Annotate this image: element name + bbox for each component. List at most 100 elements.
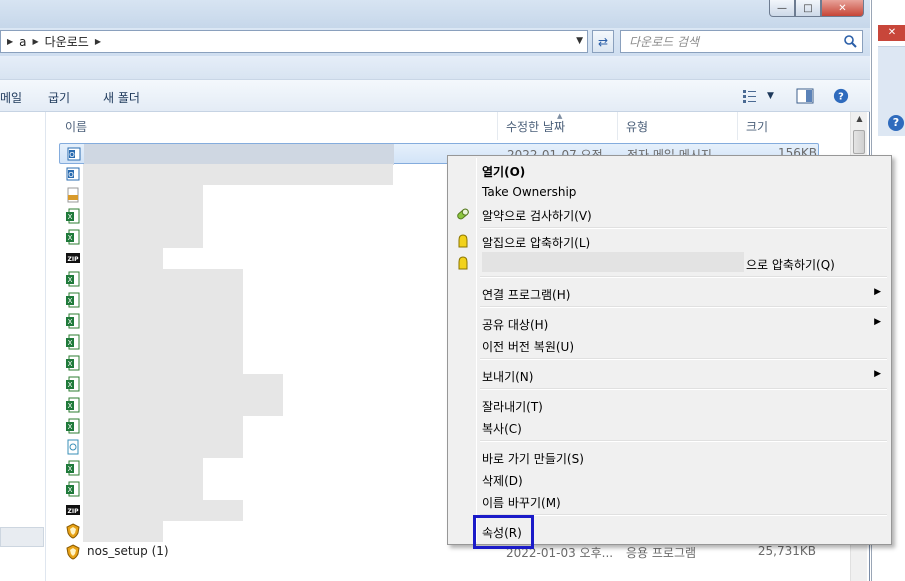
menu-separator: [480, 306, 887, 308]
view-dropdown-icon[interactable]: ▼: [767, 91, 774, 101]
svg-text:X: X: [68, 465, 73, 473]
menu-item-share-with[interactable]: 공유 대상(H) ▶: [450, 312, 889, 334]
refresh-button[interactable]: ⇄: [592, 30, 614, 53]
excel-file-icon: X: [66, 229, 80, 245]
column-header-date[interactable]: 수정한 날짜: [506, 118, 565, 135]
background-close-button[interactable]: ✕: [878, 25, 905, 41]
file-name: nos_setup (1): [87, 544, 169, 558]
menu-band: [0, 56, 870, 80]
outlook-msg-icon: O: [67, 147, 81, 161]
svg-text:X: X: [68, 360, 73, 368]
submenu-arrow-icon: ▶: [874, 317, 881, 327]
redacted-filename: [83, 227, 203, 248]
svg-text:X: X: [68, 276, 73, 284]
maximize-button[interactable]: □: [795, 0, 821, 17]
search-input[interactable]: 다운로드 검색: [620, 30, 863, 53]
redacted-filename: [83, 395, 283, 416]
svg-text:X: X: [68, 339, 73, 347]
breadcrumb-arrow-icon[interactable]: ▶: [95, 37, 101, 46]
nav-selected-item[interactable]: [0, 527, 44, 547]
menu-item-send-to[interactable]: 보내기(N) ▶: [450, 364, 889, 386]
column-header-size[interactable]: 크기: [746, 118, 768, 135]
menu-label: 연결 프로그램(H): [482, 288, 571, 302]
menu-label: 복사(C): [482, 422, 522, 436]
excel-file-icon: X: [66, 313, 80, 329]
breadcrumb-segment-a[interactable]: a: [19, 35, 26, 49]
svg-text:X: X: [68, 318, 73, 326]
excel-file-icon: X: [66, 271, 80, 287]
preview-pane-icon[interactable]: [796, 88, 814, 104]
window-controls: — □ ✕: [769, 0, 864, 17]
column-header-type[interactable]: 유형: [626, 118, 648, 135]
scroll-thumb[interactable]: [853, 130, 865, 154]
minimize-button[interactable]: —: [769, 0, 795, 17]
menu-label: 열기(O): [482, 165, 526, 179]
scroll-up-icon[interactable]: ▲: [851, 114, 868, 128]
table-row[interactable]: nos_setup (1) 2022-01-03 오후... 응용 프로그램 25,7…: [59, 542, 819, 563]
toolbar-burn-button[interactable]: 굽기: [48, 89, 70, 106]
setup-shield-icon: [66, 544, 80, 560]
outlook-msg-icon: O: [66, 167, 80, 181]
menu-label: Take Ownership: [482, 185, 577, 199]
toolbar-email-button[interactable]: 메일: [0, 89, 22, 106]
menu-label: 알집으로 압축하기(L): [482, 236, 591, 250]
excel-file-icon: X: [66, 397, 80, 413]
menu-item-open-with[interactable]: 연결 프로그램(H) ▶: [450, 282, 889, 304]
close-button[interactable]: ✕: [821, 0, 864, 17]
search-icon[interactable]: [843, 34, 857, 48]
menu-item-copy[interactable]: 복사(C): [450, 416, 889, 438]
redacted-filename: [84, 144, 394, 165]
zip-archive-icon: ZIP: [66, 253, 80, 263]
svg-text:X: X: [68, 297, 73, 305]
menu-item-compress-alzip[interactable]: 알집으로 압축하기(L): [450, 230, 889, 252]
menu-item-delete[interactable]: 삭제(D): [450, 468, 889, 490]
excel-file-icon: X: [66, 334, 80, 350]
menu-item-cut[interactable]: 잘라내기(T): [450, 394, 889, 416]
navigation-pane[interactable]: [0, 112, 46, 581]
toolbar-new-folder-button[interactable]: 새 폴더: [103, 89, 140, 106]
jpg-image-icon: [67, 187, 79, 203]
menu-item-scan[interactable]: 알약으로 검사하기(V): [450, 203, 889, 225]
breadcrumb-segment-downloads[interactable]: 다운로드: [45, 33, 89, 50]
column-divider[interactable]: [737, 112, 738, 140]
menu-item-rename[interactable]: 이름 바꾸기(M): [450, 490, 889, 512]
menu-item-create-shortcut[interactable]: 바로 가기 만들기(S): [450, 446, 889, 468]
address-bar[interactable]: ▶ a ▶ 다운로드 ▶ ▼: [0, 30, 588, 53]
redacted-filename: [83, 290, 243, 311]
alzip-icon: [458, 234, 468, 248]
submenu-arrow-icon: ▶: [874, 369, 881, 379]
alyac-pill-icon: [457, 208, 469, 220]
view-options-icon[interactable]: [742, 88, 760, 104]
menu-label: 잘라내기(T): [482, 400, 543, 414]
column-divider[interactable]: [497, 112, 498, 140]
breadcrumb-arrow-icon[interactable]: ▶: [7, 37, 13, 46]
redacted-filename: [83, 206, 203, 227]
excel-file-icon: X: [66, 460, 80, 476]
submenu-arrow-icon: ▶: [874, 287, 881, 297]
svg-text:X: X: [68, 234, 73, 242]
context-menu: 열기(O) Take Ownership 알약으로 검사하기(V) 알집으로 압…: [447, 155, 892, 545]
address-dropdown-icon[interactable]: ▼: [576, 36, 583, 46]
image-file-icon: [67, 439, 79, 455]
svg-text:X: X: [68, 486, 73, 494]
menu-label: 삭제(D): [482, 474, 523, 488]
refresh-icon: ⇄: [597, 34, 609, 49]
breadcrumb-arrow-icon[interactable]: ▶: [33, 37, 39, 46]
excel-file-icon: X: [66, 208, 80, 224]
menu-separator: [480, 276, 887, 278]
svg-text:O: O: [69, 151, 75, 159]
background-help-icon[interactable]: ?: [888, 115, 904, 131]
svg-text:X: X: [68, 381, 73, 389]
help-icon[interactable]: ?: [832, 88, 850, 104]
svg-text:ZIP: ZIP: [68, 256, 80, 263]
menu-item-compress-named[interactable]: 으로 압축하기(Q): [450, 252, 889, 274]
menu-item-restore-versions[interactable]: 이전 버전 복원(U): [450, 334, 889, 356]
menu-item-open[interactable]: 열기(O): [450, 159, 889, 181]
redacted-filename: [83, 416, 243, 437]
column-divider[interactable]: [617, 112, 618, 140]
menu-label: 알약으로 검사하기(V): [482, 209, 592, 223]
redacted-filename: [83, 374, 283, 395]
redacted-filename: [83, 458, 203, 479]
column-header-name[interactable]: 이름: [65, 118, 87, 135]
menu-item-take-ownership[interactable]: Take Ownership: [450, 181, 889, 203]
